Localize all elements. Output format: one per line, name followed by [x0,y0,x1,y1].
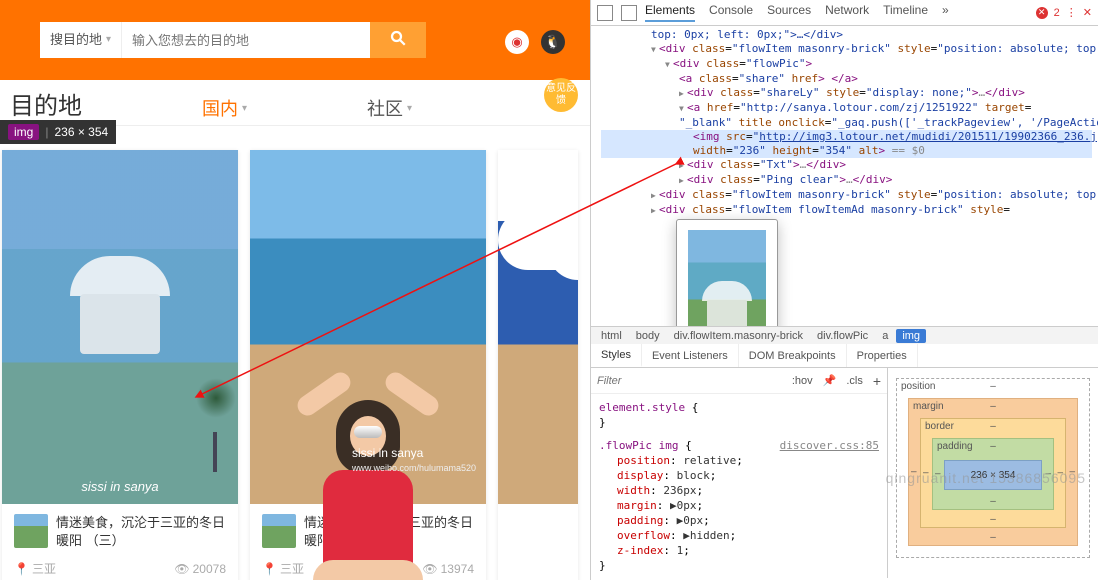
elements-line[interactable]: <div class="flowItem masonry-brick" styl… [601,42,1092,57]
search-category-select[interactable]: 搜目的地 ▾ [40,22,122,58]
error-icon[interactable]: ✕ [1036,7,1048,19]
card-location: 三亚 [32,562,56,576]
card-views: 20078 [193,562,226,576]
tab-timeline[interactable]: Timeline [883,3,928,22]
card-image: 丝绸之千 [498,150,578,504]
tooltip-tag: img [8,124,39,140]
search-icon [389,29,407,52]
card-image-highlighted: sissi in sanya [2,150,238,504]
elements-line[interactable]: <div class="Txt">…</div> [601,158,1092,173]
breadcrumb[interactable]: html body div.flowItem.masonry-brick div… [591,326,1098,344]
search-group: 搜目的地 ▾ [40,22,550,58]
device-toggle-icon[interactable] [621,5,637,21]
element-inspect-tooltip: img | 236 × 354 [0,120,116,144]
devtools-close-icon[interactable]: ✕ [1083,6,1092,19]
crumb-item[interactable]: a [876,329,894,343]
elements-line[interactable]: <a href="http://sanya.lotour.com/zj/1251… [601,101,1092,116]
elements-line[interactable]: <div class="flowPic"> [601,57,1092,72]
card-thumbnail [262,514,296,548]
chevron-down-icon: ▾ [242,103,247,114]
tooltip-size: 236 × 354 [54,125,108,139]
eye-icon: 👁 [174,562,189,576]
elements-line[interactable]: "_blank" title onclick="_gaq.push(['_tra… [601,116,1092,130]
card-item[interactable]: sissi in sanya 情迷美食，沉沦于三亚的冬日暖阳 （三） 📍三亚 👁… [2,150,238,580]
sub-tab-dom-breakpoints[interactable]: DOM Breakpoints [739,344,847,367]
devtools-tabs: Elements Console Sources Network Timelin… [645,3,949,22]
devtools-panel: Elements Console Sources Network Timelin… [590,0,1098,580]
styles-rules[interactable]: element.style { } discover.css:85.flowPi… [591,394,887,578]
qq-icon[interactable]: 🐧 [541,30,565,54]
pin-icon[interactable]: 📌 [823,374,837,387]
image-watermark: sissi in sanya www.weibo.com/hulumama520 [352,446,476,474]
styles-pane: :hov 📌 .cls + element.style { } discover… [591,368,888,578]
source-link[interactable]: discover.css:85 [780,438,879,453]
crumb-item[interactable]: html [595,329,628,343]
elements-line[interactable]: <div class="flowItem masonry-brick" styl… [601,188,1092,203]
eye-icon: 👁 [422,562,437,576]
crumb-item-current[interactable]: img [896,329,926,343]
tab-network[interactable]: Network [825,3,869,22]
cls-toggle[interactable]: .cls [846,375,863,387]
elements-line-selected[interactable]: width="236" height="354" alt> == $0 [601,144,1092,158]
styles-filter-bar: :hov 📌 .cls + [591,368,887,394]
new-rule-icon[interactable]: + [873,373,881,389]
devtools-menu-icon[interactable]: ⋮ [1066,6,1077,19]
page-watermark: qingruanit.net 15386856095 [886,470,1086,486]
nav-community-label: 社区 [367,95,403,121]
weibo-icon[interactable]: ◉ [505,30,529,54]
nav-destination[interactable]: 目的地 [10,86,82,121]
elements-line-selected[interactable]: <img src="http://img3.lotour.net/mudidi/… [601,130,1092,144]
tab-elements[interactable]: Elements [645,3,695,22]
styles-sub-tabs: Styles Event Listeners DOM Breakpoints P… [591,344,1098,368]
elements-line[interactable]: <div class="Ping clear">…</div> [601,173,1092,188]
sub-tab-event-listeners[interactable]: Event Listeners [642,344,739,367]
card-item[interactable]: 丝绸之千 [498,150,578,580]
devtools-top-bar: Elements Console Sources Network Timelin… [591,0,1098,26]
card-item[interactable]: sissi in sanya www.weibo.com/hulumama520… [250,150,486,580]
card-location: 三亚 [280,562,304,576]
chevron-down-icon: ▾ [407,103,412,114]
tooltip-separator: | [45,125,48,139]
error-count: 2 [1054,7,1060,19]
tab-sources[interactable]: Sources [767,3,811,22]
pin-icon: 📍 [14,562,29,576]
nav-domestic-label: 国内 [202,95,238,121]
crumb-item[interactable]: body [630,329,666,343]
styles-filter-input[interactable] [597,375,667,387]
card-views: 13974 [441,562,474,576]
search-input[interactable] [122,22,370,58]
page-left: 搜目的地 ▾ ◉ 🐧 目的地 国内 ▾ 社区 ▾ 意见反馈 img [0,0,590,580]
hov-toggle[interactable]: :hov [792,375,813,387]
search-category-label: 搜目的地 [50,22,102,58]
social-icons: ◉ 🐧 [505,30,565,54]
chevron-down-icon: ▾ [106,22,111,58]
search-button[interactable] [370,22,426,58]
image-preview-popover: 236 × 354 pixels [676,219,778,326]
elements-line[interactable]: top: 0px; left: 0px;">…</div> [601,28,1092,42]
elements-line[interactable]: <div class="shareLy" style="display: non… [601,86,1092,101]
feedback-bubble[interactable]: 意见反馈 [544,78,578,112]
card-title: 情迷美食，沉沦于三亚的冬日暖阳 （三） [56,514,226,550]
inspect-icon[interactable] [597,5,613,21]
nav-domestic[interactable]: 国内 ▾ [202,95,247,121]
card-list: sissi in sanya 情迷美食，沉沦于三亚的冬日暖阳 （三） 📍三亚 👁… [0,150,580,580]
card-thumbnail [14,514,48,548]
elements-tree[interactable]: top: 0px; left: 0px;">…</div> <div class… [591,26,1098,326]
nav-community[interactable]: 社区 ▾ [367,95,412,121]
pin-icon: 📍 [262,562,277,576]
card-image: sissi in sanya www.weibo.com/hulumama520 [250,150,486,504]
sub-tab-styles[interactable]: Styles [591,344,642,367]
header-bar: 搜目的地 ▾ ◉ 🐧 [0,0,590,80]
tab-console[interactable]: Console [709,3,753,22]
elements-line[interactable]: <a class="share" href> </a> [601,72,1092,86]
crumb-item[interactable]: div.flowPic [811,329,874,343]
elements-line[interactable]: <div class="flowItem flowItemAd masonry-… [601,203,1092,218]
sub-tab-properties[interactable]: Properties [847,344,918,367]
tabs-more-icon[interactable]: » [942,3,949,22]
image-watermark: sissi in sanya [2,479,238,494]
crumb-item[interactable]: div.flowItem.masonry-brick [668,329,809,343]
